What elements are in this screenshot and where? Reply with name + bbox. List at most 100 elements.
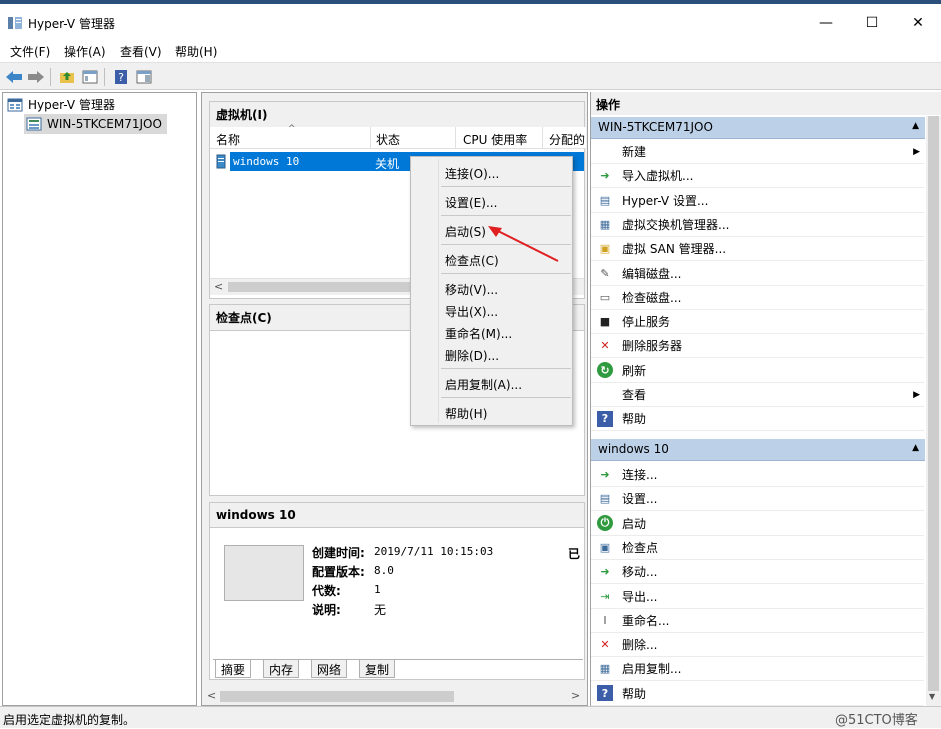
- menu-help[interactable]: 帮助(H): [175, 43, 217, 60]
- server-action-item[interactable]: ➜ 导入虚拟机...: [591, 164, 924, 189]
- vm-action-item[interactable]: ➜ 连接...: [591, 463, 924, 487]
- server-action-item[interactable]: ↻ 刷新: [591, 359, 924, 383]
- vm-action-item[interactable]: I 重命名...: [591, 609, 924, 633]
- details-title: windows 10: [210, 503, 584, 528]
- remove-server-icon: ✕: [600, 339, 610, 353]
- server-action-item[interactable]: 新建 ▶: [591, 140, 924, 164]
- vm-action-label: 移动...: [622, 565, 658, 580]
- tree-item-server[interactable]: WIN-5TKCEM71JOO: [24, 114, 167, 134]
- context-settings[interactable]: 设置(E)...: [445, 194, 497, 211]
- scrollbar-thumb[interactable]: [220, 691, 454, 702]
- scroll-down-icon[interactable]: ▼: [929, 692, 935, 701]
- vm-action-label: 删除...: [622, 638, 658, 653]
- server-action-item[interactable]: ■ 停止服务: [591, 310, 924, 335]
- settings-page-icon: ▤: [599, 193, 611, 207]
- title-bar: Hyper-V 管理器 — ☐ ✕: [0, 8, 941, 38]
- context-enable-replication[interactable]: 启用复制(A)...: [445, 376, 522, 393]
- stop-service-icon: ■: [599, 315, 611, 329]
- scroll-left-icon[interactable]: <: [214, 280, 223, 293]
- scrollbar-thumb[interactable]: [928, 116, 939, 691]
- minimize-icon: —: [819, 15, 833, 31]
- up-folder-button[interactable]: [57, 67, 77, 86]
- field-value: 1: [374, 583, 381, 596]
- server-action-item[interactable]: 查看 ▶: [591, 383, 924, 407]
- vm-action-item[interactable]: ⏻ 启动: [591, 512, 924, 536]
- server-section-header[interactable]: WIN-5TKCEM71JOO ▲: [591, 117, 925, 139]
- forward-button[interactable]: [26, 67, 46, 86]
- minimize-button[interactable]: —: [803, 8, 849, 38]
- vm-action-label: 帮助: [622, 686, 647, 701]
- server-action-label: 虚拟 SAN 管理器...: [622, 242, 727, 257]
- context-connect[interactable]: 连接(O)...: [445, 165, 499, 182]
- vm-action-item[interactable]: ? 帮助: [591, 682, 924, 706]
- vm-action-item[interactable]: ⇥ 导出...: [591, 585, 924, 609]
- vm-action-item[interactable]: ▤ 设置...: [591, 487, 924, 512]
- refresh-icon: ↻: [597, 362, 613, 379]
- server-action-item[interactable]: ✕ 删除服务器: [591, 334, 924, 359]
- show-hide-action-pane-button[interactable]: [134, 67, 154, 86]
- context-rename[interactable]: 重命名(M)...: [445, 325, 512, 342]
- server-action-item[interactable]: ▭ 检查磁盘...: [591, 286, 924, 310]
- hyperv-app-icon: [7, 15, 23, 31]
- console-tree-icon: [82, 70, 98, 83]
- server-action-item[interactable]: ▤ Hyper-V 设置...: [591, 189, 924, 213]
- help-button[interactable]: ?: [111, 67, 131, 86]
- maximize-button[interactable]: ☐: [849, 8, 895, 38]
- enable-replication-icon: ▦: [599, 662, 611, 676]
- vm-action-item[interactable]: ➜ 移动...: [591, 560, 924, 585]
- server-action-item[interactable]: ▦ 虚拟交换机管理器...: [591, 213, 924, 237]
- context-delete[interactable]: 删除(D)...: [445, 347, 499, 364]
- vm-section-header[interactable]: windows 10 ▲: [591, 439, 925, 461]
- server-action-label: 停止服务: [622, 315, 671, 330]
- scroll-left-icon[interactable]: <: [207, 689, 216, 702]
- actions-pane: 操作 WIN-5TKCEM71JOO ▲ windows 10 ▲ ▼ 新建 ▶ ➜…: [590, 92, 941, 706]
- tab-replication[interactable]: 复制: [359, 660, 396, 678]
- context-export[interactable]: 导出(X)...: [445, 303, 498, 320]
- column-name[interactable]: 名称: [216, 131, 240, 148]
- context-help[interactable]: 帮助(H): [445, 405, 487, 422]
- collapse-icon[interactable]: ▲: [912, 443, 919, 453]
- tree-server-label: WIN-5TKCEM71JOO: [47, 117, 162, 131]
- tab-summary[interactable]: 摘要: [215, 660, 252, 678]
- show-hide-tree-button[interactable]: [80, 67, 100, 86]
- tab-memory[interactable]: 内存: [263, 660, 300, 678]
- help-icon: ?: [597, 410, 613, 427]
- close-button[interactable]: ✕: [895, 8, 941, 38]
- vm-action-item[interactable]: ▦ 启用复制...: [591, 657, 924, 682]
- vm-list-header: 名称 ^ 状态 CPU 使用率 分配的: [210, 124, 586, 149]
- server-action-item[interactable]: ▣ 虚拟 SAN 管理器...: [591, 237, 924, 262]
- actions-scrollbar[interactable]: ▼: [926, 116, 941, 706]
- vm-action-item[interactable]: ✕ 删除...: [591, 633, 924, 658]
- context-move[interactable]: 移动(V)...: [445, 281, 498, 298]
- move-icon: ➜: [600, 565, 610, 579]
- tree-root-label: Hyper-V 管理器: [28, 98, 115, 112]
- watermark: @51CTO博客: [835, 713, 918, 728]
- menu-view[interactable]: 查看(V): [120, 43, 162, 60]
- column-assigned[interactable]: 分配的: [549, 131, 585, 148]
- column-cpu[interactable]: CPU 使用率: [463, 131, 527, 148]
- console-tree: Hyper-V 管理器 WIN-5TKCEM71JOO: [2, 92, 197, 706]
- vm-action-label: 连接...: [622, 468, 658, 482]
- menu-file[interactable]: 文件(F): [10, 43, 50, 60]
- scrollbar-thumb[interactable]: [228, 282, 413, 292]
- back-button[interactable]: [4, 67, 24, 86]
- vm-thumbnail: [224, 545, 304, 601]
- menu-action[interactable]: 操作(A): [64, 43, 106, 60]
- field-label: 说明:: [312, 603, 341, 617]
- folder-up-icon: [60, 71, 74, 83]
- server-action-item[interactable]: ✎ 编辑磁盘...: [591, 262, 924, 286]
- column-state[interactable]: 状态: [376, 131, 400, 148]
- center-scrollbar[interactable]: < >: [202, 687, 587, 705]
- vm-action-item[interactable]: ▣ 检查点: [591, 536, 924, 560]
- server-action-label: 虚拟交换机管理器...: [622, 217, 730, 232]
- scroll-right-icon[interactable]: >: [571, 689, 580, 702]
- collapse-icon[interactable]: ▲: [912, 121, 919, 131]
- delete-icon: ✕: [600, 638, 610, 652]
- vm-action-label: 设置...: [622, 492, 658, 507]
- field-value: 无: [374, 603, 387, 617]
- status-text: 启用选定虚拟机的复制。: [3, 713, 136, 727]
- tab-network[interactable]: 网络: [311, 660, 348, 678]
- field-value: 8.0: [374, 564, 394, 577]
- server-action-item[interactable]: ? 帮助: [591, 407, 924, 432]
- tree-root[interactable]: Hyper-V 管理器: [7, 96, 115, 113]
